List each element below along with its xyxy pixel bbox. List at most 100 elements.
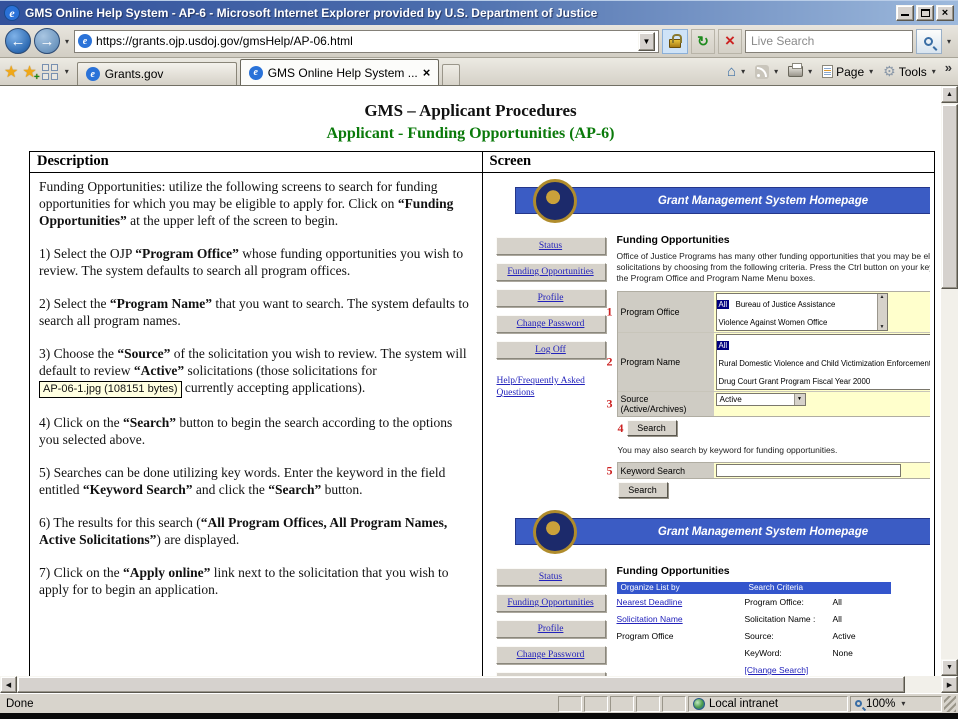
globe-icon: [693, 698, 705, 710]
listbox-option[interactable]: Drug Court Grant Program Fiscal Year 200…: [717, 377, 873, 386]
back-button[interactable]: ←: [5, 28, 31, 54]
step-number-4: 4: [618, 421, 624, 436]
sidebar-item-status[interactable]: Status: [496, 237, 606, 255]
keyword-search-button[interactable]: Search: [618, 482, 668, 498]
status-pane: [610, 696, 634, 712]
scroll-right-icon[interactable]: ▶: [941, 676, 958, 693]
sidebar-item-profile[interactable]: Profile: [496, 289, 606, 307]
change-search-link[interactable]: [Change Search]: [745, 665, 809, 675]
magnifier-icon: [924, 37, 933, 46]
print-button[interactable]: ▾: [785, 64, 817, 79]
listbox-option[interactable]: Bureau of Justice Assistance: [734, 300, 838, 309]
doj-seal-icon: [533, 510, 577, 554]
ie-logo-icon: e: [4, 5, 20, 21]
select-dropdown-icon[interactable]: ▼: [794, 394, 805, 405]
close-button[interactable]: ×: [936, 5, 954, 21]
program-name-label: Program Name: [618, 333, 714, 391]
tab-list-dropdown-icon[interactable]: ▾: [63, 67, 71, 76]
vertical-scrollbar[interactable]: ▲ ▼: [941, 86, 958, 676]
search-go-button[interactable]: [916, 29, 942, 54]
maximize-button[interactable]: [916, 5, 934, 21]
gear-icon: ⚙: [883, 63, 896, 80]
scroll-up-icon: ▲: [880, 294, 885, 300]
description-paragraph: Funding Opportunities: utilize the follo…: [39, 178, 473, 229]
sort-program-office-text: Program Office: [617, 631, 745, 641]
scroll-up-icon[interactable]: ▲: [941, 86, 958, 103]
stop-button[interactable]: ×: [718, 29, 742, 54]
status-pane: [636, 696, 660, 712]
listbox-option-selected[interactable]: All: [717, 300, 730, 309]
horizontal-scrollbar[interactable]: ◀ ▶: [0, 676, 958, 693]
address-dropdown-icon[interactable]: ▼: [638, 32, 655, 51]
screen-cell: Grant Management System Homepage Status …: [482, 173, 935, 677]
organize-list-header: Organize List by: [617, 582, 745, 594]
listbox-scrollbar[interactable]: ▲▼: [877, 294, 887, 330]
vertical-scrollbar-thumb[interactable]: [941, 104, 958, 289]
favorites-center-icon[interactable]: ★: [4, 62, 18, 82]
address-bar[interactable]: e https://grants.ojp.usdoj.gov/gmsHelp/A…: [74, 30, 659, 53]
window-title: GMS Online Help System - AP-6 - Microsof…: [25, 6, 891, 20]
organize-list-links: Nearest Deadline Solicitation Name Progr…: [617, 597, 745, 676]
listbox-option[interactable]: Rural Domestic Violence and Child Victim…: [717, 359, 931, 368]
tab-gms-help[interactable]: e GMS Online Help System ... ×: [240, 59, 440, 85]
program-office-listbox[interactable]: All Bureau of Justice Assistance Violenc…: [716, 293, 888, 331]
search-criteria-header: Search Criteria: [745, 582, 891, 594]
page-favicon-icon: e: [78, 34, 92, 48]
page-menu-button[interactable]: Page▾: [819, 63, 878, 81]
description-paragraph: 4) Click on the “Search” button to begin…: [39, 414, 473, 448]
program-name-listbox[interactable]: All Rural Domestic Violence and Child Vi…: [716, 334, 931, 390]
new-tab-button[interactable]: [442, 64, 460, 85]
zoom-level: 100%: [866, 698, 895, 710]
address-url[interactable]: https://grants.ojp.usdoj.gov/gmsHelp/AP-…: [96, 34, 634, 48]
minimize-button[interactable]: [896, 5, 914, 21]
security-lock-button[interactable]: [662, 29, 688, 54]
resize-grip[interactable]: [944, 696, 956, 712]
sidebar-item-change-password[interactable]: Change Password: [496, 646, 606, 664]
sidebar-item-status[interactable]: Status: [496, 568, 606, 586]
tab-close-icon[interactable]: ×: [423, 65, 431, 80]
tab-grants-gov[interactable]: e Grants.gov: [77, 62, 237, 85]
tools-menu-button[interactable]: ⚙Tools▾: [880, 61, 941, 82]
status-text: Done: [2, 698, 556, 710]
forward-button[interactable]: →: [34, 28, 60, 54]
sidebar-item-profile[interactable]: Profile: [496, 620, 606, 638]
horizontal-scrollbar-thumb[interactable]: [17, 676, 905, 693]
zoom-dropdown-icon[interactable]: ▾: [899, 699, 907, 708]
page-icon: [822, 65, 833, 78]
listbox-option[interactable]: Violence Against Women Office: [717, 318, 830, 327]
gms-sidebar: Status Funding Opportunities Profile Cha…: [489, 562, 613, 676]
tab-favicon-icon: e: [249, 66, 263, 80]
help-faq-link[interactable]: Help/Frequently Asked Questions: [497, 375, 611, 399]
gms-sidebar: Status Funding Opportunities Profile Cha…: [489, 231, 613, 498]
sidebar-item-change-password[interactable]: Change Password: [496, 315, 606, 333]
source-select[interactable]: Active ▼: [716, 393, 806, 406]
live-search-input[interactable]: Live Search: [745, 30, 913, 53]
sort-nearest-deadline-link[interactable]: Nearest Deadline: [617, 597, 683, 607]
screen-column-header: Screen: [482, 152, 935, 173]
sidebar-item-log-off[interactable]: Log Off: [496, 341, 606, 359]
history-dropdown-icon[interactable]: ▾: [63, 37, 71, 46]
tab-label: Grants.gov: [105, 67, 164, 81]
help-document: GMS – Applicant Procedures Applicant - F…: [0, 86, 941, 676]
feeds-button[interactable]: ▾: [752, 63, 783, 81]
home-button[interactable]: ⌂▾: [724, 61, 750, 82]
search-button[interactable]: Search: [627, 420, 677, 436]
status-pane: [584, 696, 608, 712]
listbox-option-selected[interactable]: All: [717, 341, 730, 350]
refresh-button[interactable]: ↻: [691, 29, 715, 54]
search-options-dropdown-icon[interactable]: ▾: [945, 37, 953, 46]
add-favorite-icon[interactable]: ★+: [22, 62, 36, 82]
zoom-control[interactable]: 100% ▾: [850, 696, 942, 712]
sidebar-item-funding-opportunities[interactable]: Funding Opportunities: [496, 263, 606, 281]
scroll-down-icon[interactable]: ▼: [941, 659, 958, 676]
sidebar-item-funding-opportunities[interactable]: Funding Opportunities: [496, 594, 606, 612]
toolbar-overflow-icon[interactable]: »: [943, 58, 954, 77]
step-number-1: 1: [607, 305, 613, 320]
title-bar: e GMS Online Help System - AP-6 - Micros…: [0, 0, 958, 25]
quick-tabs-icon[interactable]: [41, 63, 59, 81]
keyword-note: You may also search by keyword for fundi…: [618, 445, 931, 455]
scroll-left-icon[interactable]: ◀: [0, 676, 17, 693]
sort-solicitation-name-link[interactable]: Solicitation Name: [617, 614, 683, 624]
keyword-search-input[interactable]: [716, 464, 901, 477]
security-zone-pane: Local intranet: [688, 696, 848, 712]
